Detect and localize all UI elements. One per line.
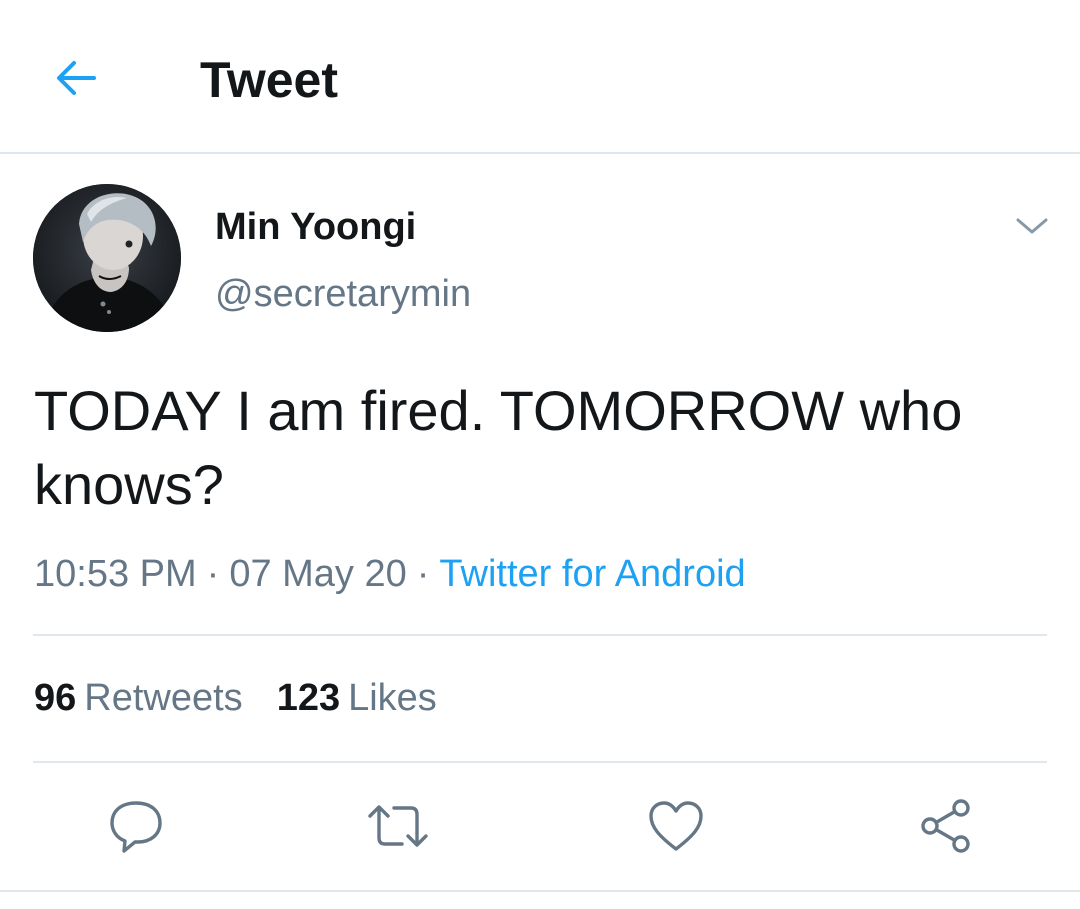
- reply-button[interactable]: [104, 794, 168, 858]
- tweet-date: 07 May 20: [229, 553, 407, 595]
- retweets-label: Retweets: [84, 677, 243, 719]
- retweet-button[interactable]: [366, 794, 430, 858]
- share-button[interactable]: [914, 794, 978, 858]
- tweet-stats: 96 Retweets 123 Likes: [34, 676, 437, 720]
- divider: [33, 761, 1047, 763]
- tweet-text: TODAY I am fired. TOMORROW who knows?: [34, 379, 963, 516]
- divider: [0, 890, 1080, 892]
- page-title: Tweet: [200, 52, 338, 108]
- arrow-left-icon: [57, 61, 96, 95]
- share-icon: [921, 799, 970, 853]
- likes-label: Likes: [348, 677, 437, 719]
- like-button[interactable]: [644, 794, 708, 858]
- author-handle[interactable]: @secretarymin: [215, 272, 471, 316]
- chevron-down-icon: [1016, 218, 1048, 234]
- heart-icon: [649, 801, 703, 851]
- tweet-options-button[interactable]: [1008, 206, 1056, 246]
- retweets-stat[interactable]: 96 Retweets: [34, 676, 243, 720]
- app-header: Tweet: [0, 0, 1080, 154]
- meta-separator: ·: [206, 553, 220, 595]
- user-avatar-photo: [33, 184, 181, 332]
- tweet-time: 10:53 PM: [34, 553, 197, 595]
- retweet-icon: [368, 805, 428, 847]
- meta-separator: ·: [416, 553, 430, 595]
- retweets-count: 96: [34, 677, 77, 719]
- author-display-name[interactable]: Min Yoongi: [215, 205, 416, 249]
- tweet-source-link[interactable]: Twitter for Android: [439, 553, 745, 595]
- divider: [33, 634, 1047, 636]
- likes-stat[interactable]: 123 Likes: [277, 676, 437, 720]
- tweet-meta: 10:53 PM · 07 May 20 · Twitter for Android: [34, 552, 746, 596]
- back-button[interactable]: [44, 48, 108, 108]
- reply-icon: [110, 801, 162, 853]
- avatar[interactable]: [33, 184, 181, 332]
- likes-count: 123: [276, 677, 341, 719]
